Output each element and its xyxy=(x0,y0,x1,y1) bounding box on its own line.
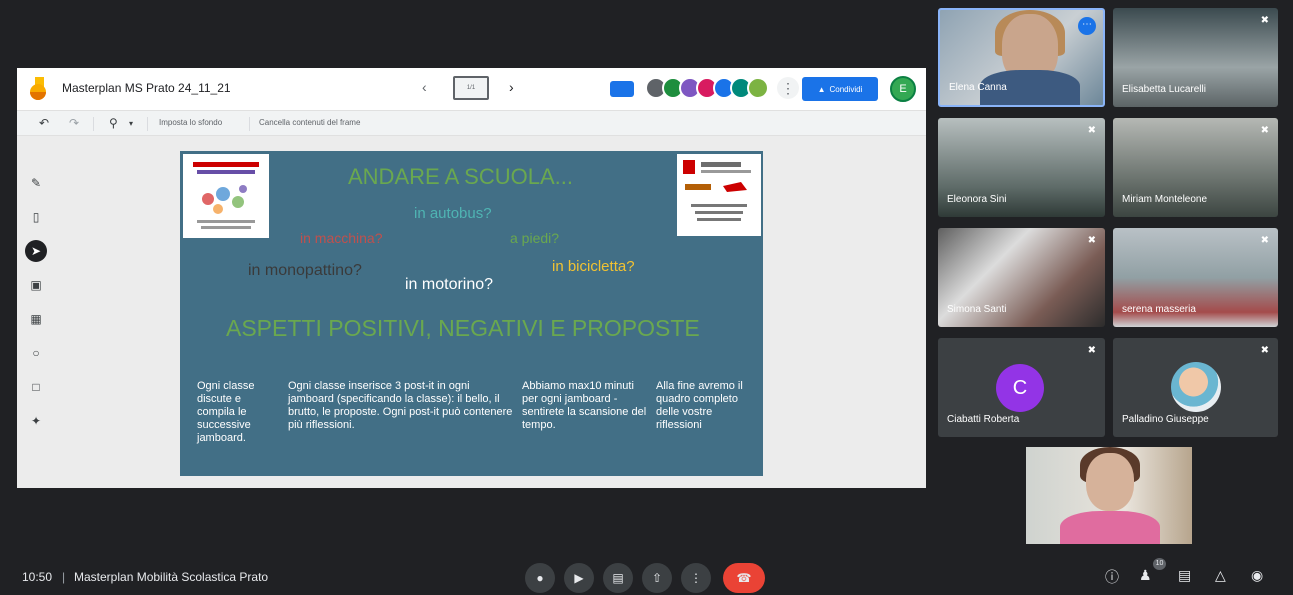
toolbar-divider xyxy=(93,117,94,131)
option-autobus: in autobus? xyxy=(414,205,492,222)
presentation-window: Masterplan MS Prato 24_11_21 ‹ 1/1 › ⋮ ▲… xyxy=(17,68,926,488)
jamboard-title: Masterplan MS Prato 24_11_21 xyxy=(62,81,231,95)
captions-icon[interactable]: ▤ xyxy=(603,563,633,593)
participant-name: serena masseria xyxy=(1122,304,1196,315)
separator: | xyxy=(62,570,66,584)
participant-tile[interactable]: ⋯ Elena Canna xyxy=(938,8,1105,107)
clear-frame-button[interactable]: Cancella contenuti del frame xyxy=(259,118,360,127)
video-feed xyxy=(1060,511,1160,544)
pen-icon[interactable]: ✎ xyxy=(25,172,47,194)
text-box-icon[interactable]: □ xyxy=(25,376,47,398)
participant-avatar: C xyxy=(996,364,1044,412)
meeting-title: Masterplan Mobilità Scolastica Prato xyxy=(74,570,269,584)
person-add-icon: ▲ xyxy=(817,84,826,94)
present-screen-icon[interactable]: ⇧ xyxy=(642,563,672,593)
clock: 10:50 xyxy=(22,570,53,584)
frame-bar-button[interactable]: 1/1 xyxy=(453,76,489,100)
mic-off-icon: ✖ xyxy=(1260,235,1269,246)
participant-tile[interactable]: ✖ serena masseria xyxy=(1113,228,1278,327)
participant-name: Ciabatti Roberta xyxy=(947,414,1020,425)
image-icon[interactable]: ▦ xyxy=(25,308,47,330)
jamboard-logo-icon xyxy=(30,77,46,100)
collaborator-avatars xyxy=(645,77,769,99)
end-call-button[interactable]: ☎ xyxy=(723,563,765,593)
jamboard-header: Masterplan MS Prato 24_11_21 ‹ 1/1 › ⋮ ▲… xyxy=(17,68,926,110)
mic-off-icon: ✖ xyxy=(1260,345,1269,356)
participant-name: Elisabetta Lucarelli xyxy=(1122,84,1206,95)
mic-off-icon: ✖ xyxy=(1260,15,1269,26)
prev-frame-button[interactable]: ‹ xyxy=(422,79,427,95)
mic-off-icon: ✖ xyxy=(1087,345,1096,356)
undo-icon[interactable]: ↶ xyxy=(39,116,49,130)
participant-tile[interactable]: ✖ C Ciabatti Roberta xyxy=(938,338,1105,437)
meet-present-icon[interactable] xyxy=(610,81,634,97)
participant-name: Eleonora Sini xyxy=(947,194,1007,205)
frame-counter: 1/1 xyxy=(466,85,476,91)
more-options-icon[interactable]: ⋮ xyxy=(681,563,711,593)
option-piedi: a piedi? xyxy=(510,230,560,246)
mic-off-icon: ✖ xyxy=(1087,125,1096,136)
zoom-icon[interactable]: ⚲ xyxy=(109,116,118,130)
jamboard-toolbar: ↶ ↷ ⚲ ▾ Imposta lo sfondo Cancella conte… xyxy=(17,110,926,136)
share-button[interactable]: ▲ Condividi xyxy=(802,77,878,101)
microphone-icon[interactable]: ● xyxy=(525,563,555,593)
participant-tile[interactable]: ✖ Eleonora Sini xyxy=(938,118,1105,217)
set-background-button[interactable]: Imposta lo sfondo xyxy=(159,118,222,127)
option-monopattino: in monopattino? xyxy=(248,262,362,279)
sticky-note-icon[interactable]: ▣ xyxy=(25,274,47,296)
slide-title: ANDARE A SCUOLA... xyxy=(348,164,573,189)
participant-tile[interactable]: ✖ Simona Santi xyxy=(938,228,1105,327)
chat-icon[interactable]: ▤ xyxy=(1178,567,1191,584)
participant-tile[interactable]: ✖ Elisabetta Lucarelli xyxy=(1113,8,1278,107)
laser-icon[interactable]: ✦ xyxy=(25,410,47,432)
participant-name: Miriam Monteleone xyxy=(1122,194,1208,205)
next-frame-button[interactable]: › xyxy=(509,79,514,95)
slide: ANDARE A SCUOLA... in autobus? in macchi… xyxy=(180,151,763,476)
slide-subtitle: ASPETTI POSITIVI, NEGATIVI E PROPOSTE xyxy=(226,315,700,341)
instruction-column: Alla fine avremo il quadro completo dell… xyxy=(656,380,743,431)
activities-icon[interactable]: △ xyxy=(1215,567,1226,584)
participant-tile[interactable]: ✖ Palladino Giuseppe xyxy=(1113,338,1278,437)
instruction-column: Ogni classe inserisce 3 post-it in ogni … xyxy=(288,380,513,431)
project-logo-image xyxy=(183,154,269,238)
option-motorino: in motorino? xyxy=(405,276,494,293)
profile-avatar[interactable]: E xyxy=(890,76,916,102)
mic-off-icon: ✖ xyxy=(1260,125,1269,136)
toolbar-divider xyxy=(147,117,148,131)
circle-shape-icon[interactable]: ○ xyxy=(25,342,47,364)
people-count-badge: 10 xyxy=(1153,558,1166,570)
host-controls-icon[interactable]: ◉ xyxy=(1251,567,1263,584)
camera-icon[interactable]: ▶ xyxy=(564,563,594,593)
self-view-tile[interactable] xyxy=(1026,447,1192,544)
redo-icon[interactable]: ↷ xyxy=(69,116,79,130)
zoom-dropdown-icon[interactable]: ▾ xyxy=(129,119,133,128)
instruction-column: Ogni classe discute e compila le success… xyxy=(197,380,255,444)
jamboard-canvas[interactable]: ✎ ▯ ➤ ▣ ▦ ○ □ ✦ ANDARE A SCUOLA... in au… xyxy=(17,136,926,488)
speaking-indicator-icon: ⋯ xyxy=(1078,17,1096,35)
instruction-column: Abbiamo max10 minuti per ogni jamboard -… xyxy=(522,380,647,431)
participant-name: Elena Canna xyxy=(949,82,1007,93)
tool-palette: ✎ ▯ ➤ ▣ ▦ ○ □ ✦ xyxy=(25,172,47,444)
select-cursor-icon[interactable]: ➤ xyxy=(25,240,47,262)
video-feed xyxy=(1086,453,1134,511)
collaborator-avatar xyxy=(747,77,769,99)
organizer-logo-image xyxy=(677,154,761,236)
mic-off-icon: ✖ xyxy=(1087,235,1096,246)
toolbar-divider xyxy=(249,117,250,131)
option-macchina: in macchina? xyxy=(300,230,383,246)
more-options-button[interactable]: ⋮ xyxy=(777,77,799,99)
participant-name: Palladino Giuseppe xyxy=(1122,414,1209,425)
meeting-details-icon[interactable]: ⓘ xyxy=(1105,567,1119,587)
eraser-icon[interactable]: ▯ xyxy=(25,206,47,228)
participant-avatar xyxy=(1171,362,1221,412)
meet-control-bar: 10:50 | Masterplan Mobilità Scolastica P… xyxy=(0,558,1293,595)
share-label: Condividi xyxy=(829,84,863,94)
people-icon[interactable]: ♟ xyxy=(1139,567,1152,584)
participant-name: Simona Santi xyxy=(947,304,1007,315)
participant-tile[interactable]: ✖ Miriam Monteleone xyxy=(1113,118,1278,217)
option-bicicletta: in bicicletta? xyxy=(552,258,635,275)
